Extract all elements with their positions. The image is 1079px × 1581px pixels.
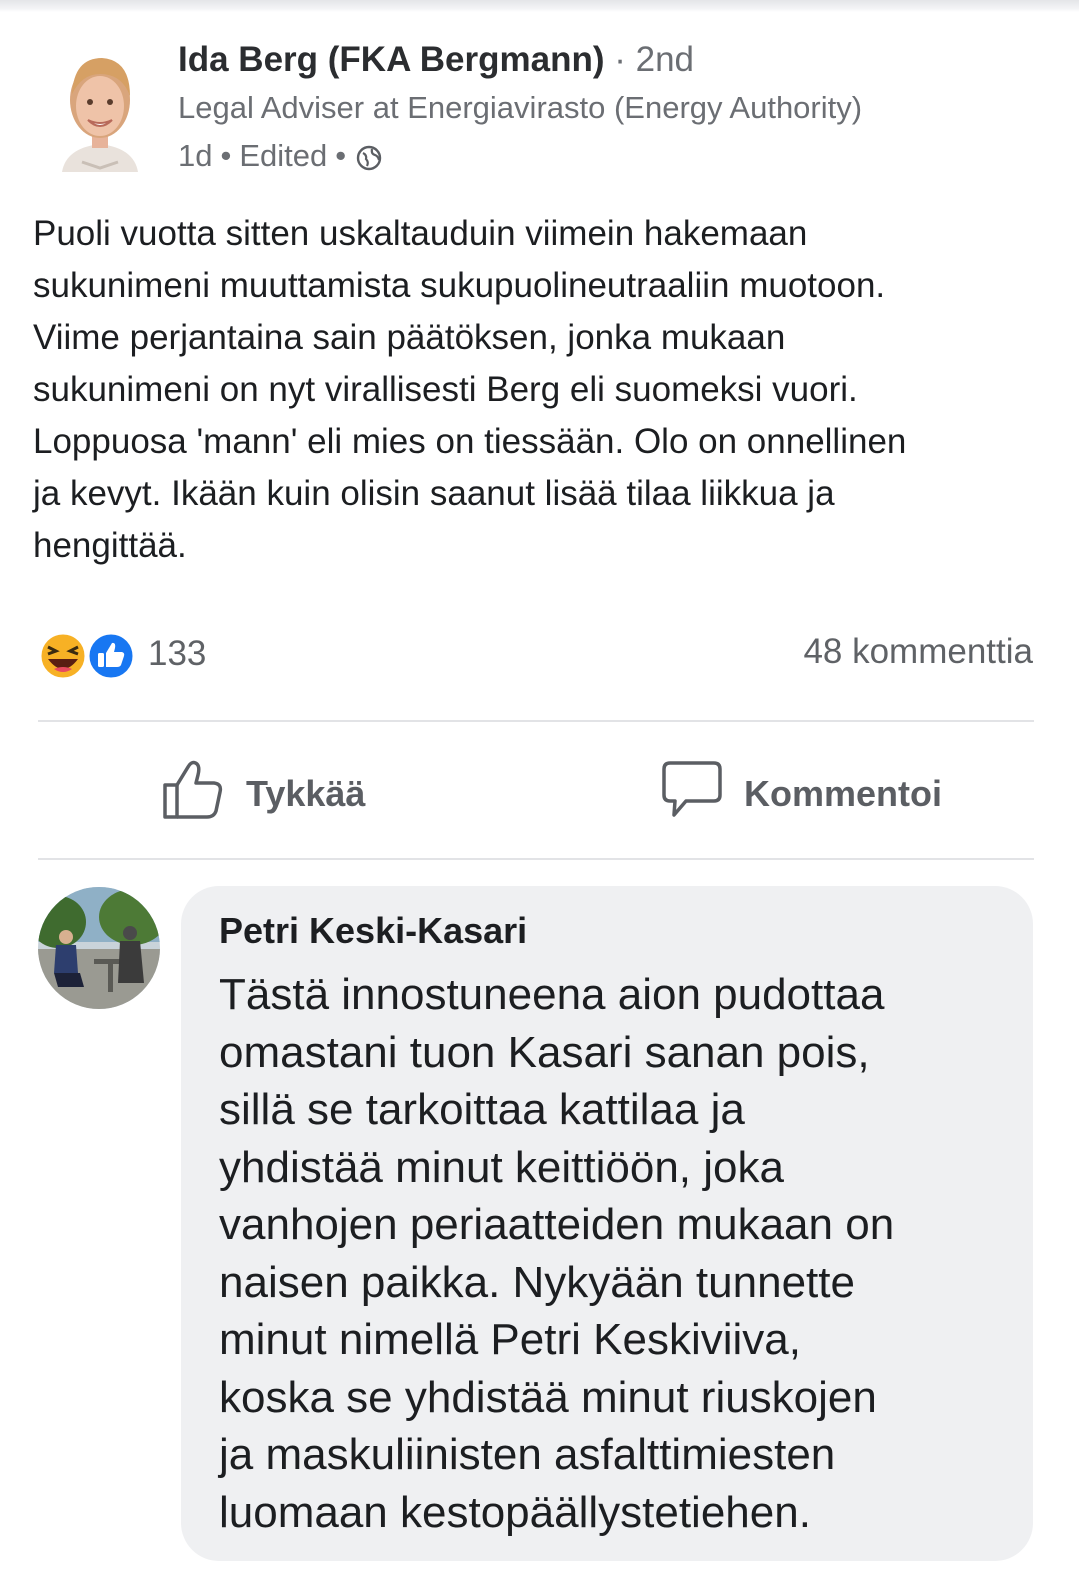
author-name[interactable]: Ida Berg (FKA Bergmann) · 2nd — [178, 40, 694, 80]
commenter-avatar[interactable] — [38, 887, 160, 1009]
comment-text: Tästä innostuneena aion pudottaa omastan… — [219, 970, 895, 1537]
like-thumb-icon — [84, 627, 138, 681]
reaction-count: 133 — [148, 634, 207, 673]
globe-icon — [354, 141, 384, 171]
post-time: 1d — [178, 138, 213, 173]
comment-count-link[interactable]: 48 kommenttia — [803, 632, 1033, 672]
divider — [38, 858, 1034, 860]
meta-separator-dot: • — [220, 138, 232, 173]
like-label: Tykkää — [246, 772, 366, 814]
like-button[interactable]: Tykkää — [162, 757, 365, 830]
divider — [38, 720, 1034, 722]
meta-separator-dot: • — [335, 138, 347, 173]
author-headline: Legal Adviser at Energiavirasto (Energy … — [178, 90, 863, 125]
post-body-text: Puoli vuotta sitten uskaltauduin viimein… — [33, 214, 907, 565]
top-edge-shadow — [0, 0, 1079, 12]
post-meta: 1d • Edited • — [178, 138, 384, 174]
thumbs-up-outline-icon — [162, 757, 226, 830]
reactions-summary[interactable]: 133 — [36, 627, 206, 681]
speech-bubble-icon — [660, 757, 724, 830]
laughing-emoji-icon — [36, 627, 90, 681]
comment-bubble[interactable]: Petri Keski-Kasari Tästä innostuneena ai… — [181, 886, 1033, 1561]
comment-label: Kommentoi — [744, 772, 942, 814]
connection-degree: · 2nd — [604, 40, 695, 79]
comment-button[interactable]: Kommentoi — [660, 757, 942, 830]
author-avatar[interactable] — [52, 44, 148, 172]
commenter-name[interactable]: Petri Keski-Kasari — [219, 910, 527, 952]
author-name-text[interactable]: Ida Berg (FKA Bergmann) — [178, 40, 605, 79]
edited-label: Edited — [239, 138, 328, 173]
